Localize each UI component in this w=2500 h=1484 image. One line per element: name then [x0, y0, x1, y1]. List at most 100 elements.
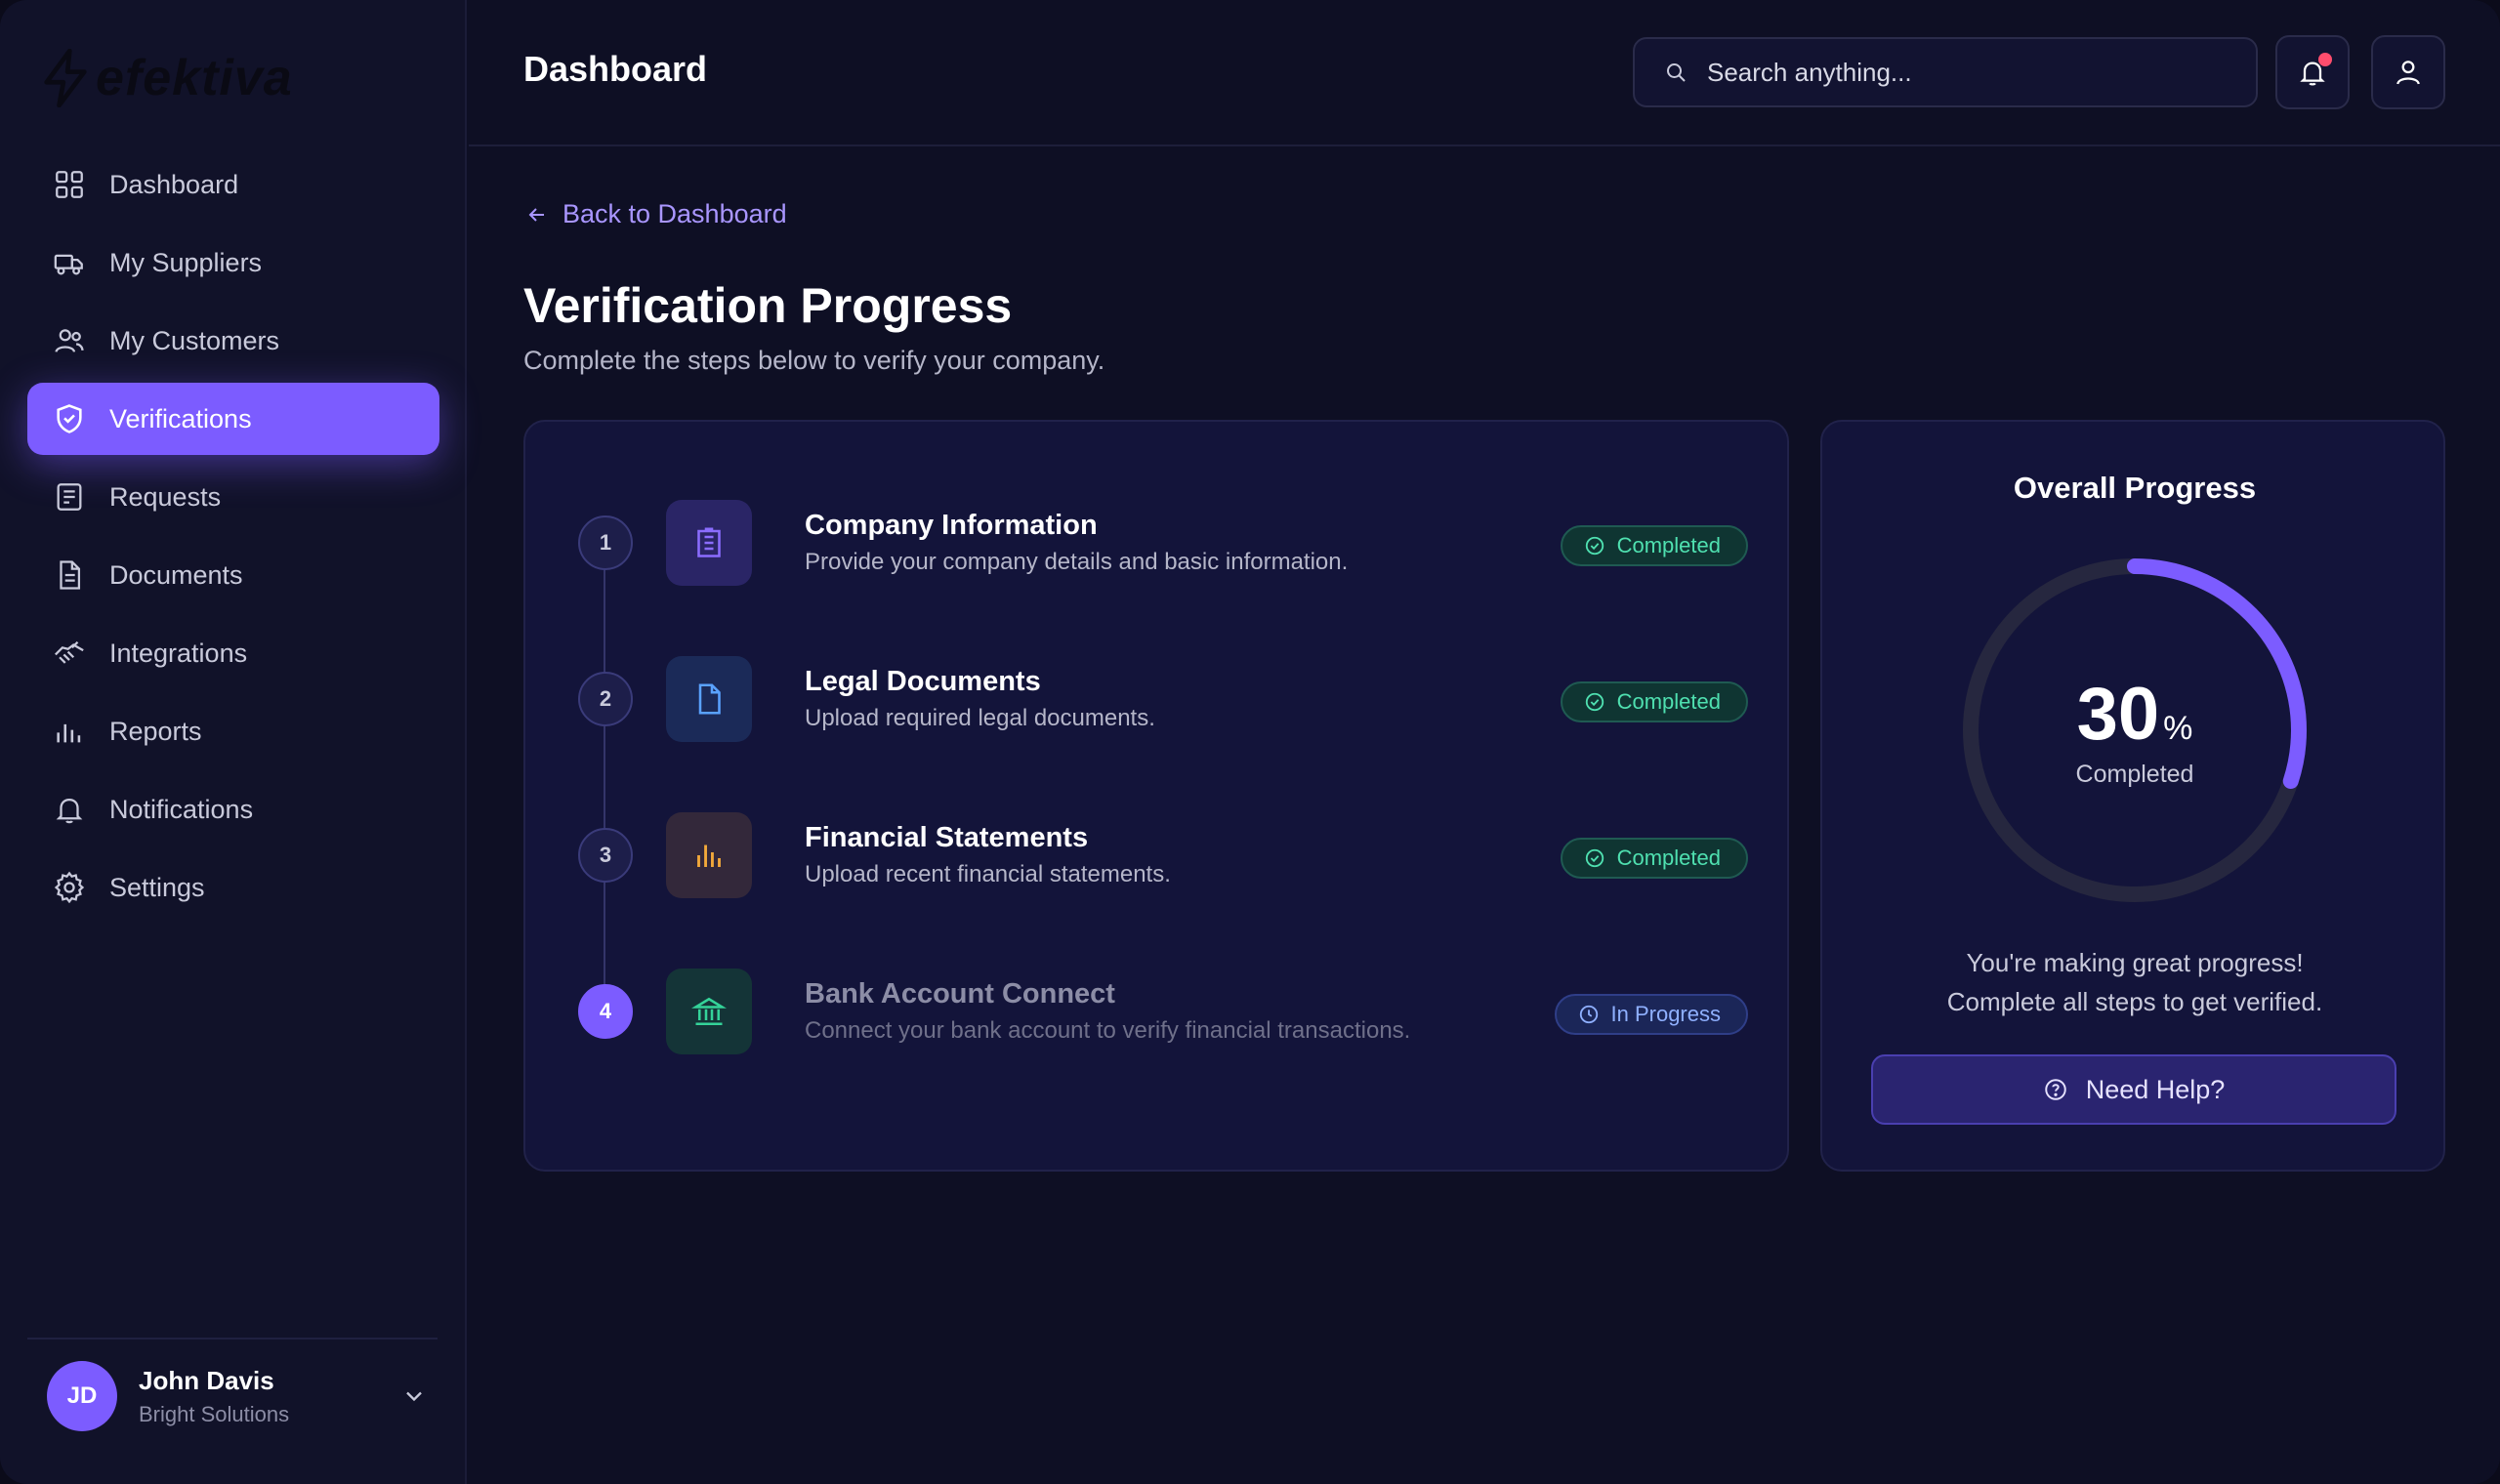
sidebar-item-requests[interactable]: Requests: [27, 461, 439, 533]
step-bank-account-connect[interactable]: 4 Bank Account Connect Connect your bank…: [525, 957, 1791, 1064]
bell-icon: [56, 798, 83, 824]
building-icon: [697, 527, 721, 557]
step-number: 1: [578, 515, 633, 570]
step-title: Legal Documents: [805, 666, 1041, 697]
page-title: Verification Progress: [523, 278, 1013, 333]
check-circle-icon: [1585, 692, 1604, 712]
sidebar-item-label: Verifications: [109, 403, 252, 433]
brand-logo[interactable]: efektiva: [39, 49, 293, 107]
step-company-information[interactable]: 1 Company Information Provide your compa…: [525, 488, 1791, 596]
sidebar-item-settings[interactable]: Settings: [27, 851, 439, 924]
gear-icon: [54, 871, 85, 904]
status-label: Completed: [1616, 845, 1721, 870]
check-circle-icon: [1585, 848, 1604, 868]
progress-message-line2: Complete all steps to get verified.: [1946, 987, 2323, 1016]
shield-check-icon: [57, 404, 82, 433]
header-title: Dashboard: [523, 49, 708, 89]
back-to-dashboard-link[interactable]: Back to Dashboard: [525, 199, 787, 229]
status-badge: In Progress: [1554, 994, 1748, 1035]
handshake-icon: [55, 640, 84, 664]
document-icon: [60, 560, 81, 590]
search-bar[interactable]: [1633, 37, 2258, 107]
sidebar-item-label: Integrations: [109, 638, 248, 668]
step-title: Financial Statements: [805, 822, 1089, 853]
top-header: Dashboard: [469, 0, 2500, 146]
progress-percent-sign: %: [2163, 710, 2193, 747]
step-title: Company Information: [805, 510, 1098, 541]
sidebar-divider: [27, 1338, 438, 1340]
profile-button[interactable]: [2371, 35, 2445, 109]
chevron-down-icon[interactable]: [400, 1382, 428, 1410]
sidebar-item-label: Requests: [109, 481, 222, 512]
users-icon: [55, 329, 84, 352]
sidebar-item-label: Settings: [109, 872, 205, 902]
inbox-icon: [57, 483, 82, 511]
step-number: 3: [578, 828, 633, 883]
sidebar-item-dashboard[interactable]: Dashboard: [27, 148, 439, 221]
sidebar-item-label: Reports: [109, 716, 202, 746]
verification-steps-card: 1 Company Information Provide your compa…: [523, 420, 1789, 1172]
step-number: 2: [578, 672, 633, 726]
status-label: Completed: [1616, 533, 1721, 557]
user-company: Bright Solutions: [139, 1401, 290, 1426]
notifications-button[interactable]: [2275, 35, 2350, 109]
sidebar-item-my-customers[interactable]: My Customers: [27, 305, 439, 377]
sidebar-item-integrations[interactable]: Integrations: [27, 617, 439, 689]
need-help-label: Need Help?: [2085, 1074, 2226, 1104]
user-profile[interactable]: JD John Davis Bright Solutions: [47, 1359, 428, 1433]
status-badge: Completed: [1560, 681, 1748, 722]
avatar: JD: [47, 1361, 117, 1431]
sidebar-item-reports[interactable]: Reports: [27, 695, 439, 767]
sidebar-item-documents[interactable]: Documents: [27, 539, 439, 611]
clock-icon: [1579, 1005, 1598, 1024]
step-title: Bank Account Connect: [805, 978, 1115, 1010]
overall-progress-card: Overall Progress 30 % Completed You're m…: [1820, 420, 2445, 1172]
progress-ring-text: 30 % Completed: [1955, 551, 2314, 910]
sidebar-item-label: Notifications: [109, 794, 254, 824]
page-subtitle: Complete the steps below to verify your …: [523, 346, 1105, 375]
step-icon-box: [666, 812, 752, 898]
check-circle-icon: [1585, 536, 1604, 556]
sidebar-nav: Dashboard My Suppliers My Customers Veri…: [27, 148, 439, 929]
sidebar-item-notifications[interactable]: Notifications: [27, 773, 439, 845]
help-circle-icon: [2044, 1079, 2066, 1100]
status-badge: Completed: [1560, 525, 1748, 566]
app-window: efektiva Dashboard My Suppliers My Custo…: [0, 0, 2500, 1484]
search-input[interactable]: [1707, 57, 2215, 88]
sidebar-item-verifications[interactable]: Verifications: [27, 383, 439, 455]
status-badge: Completed: [1560, 838, 1748, 879]
step-description: Connect your bank account to verify fina…: [805, 1017, 1411, 1044]
truck-icon: [54, 254, 83, 275]
arrow-left-icon: [528, 207, 544, 222]
bolt-icon: [44, 49, 87, 107]
need-help-button[interactable]: Need Help?: [1871, 1054, 2396, 1125]
sidebar-item-label: Dashboard: [109, 169, 239, 199]
bank-icon: [691, 997, 727, 1026]
sidebar: efektiva Dashboard My Suppliers My Custo…: [0, 0, 467, 1484]
status-label: Completed: [1616, 689, 1721, 714]
status-label: In Progress: [1610, 1002, 1722, 1026]
notification-dot: [2318, 53, 2332, 66]
user-info: John Davis Bright Solutions: [139, 1366, 400, 1427]
step-icon-box: [666, 969, 752, 1054]
step-description: Upload required legal documents.: [805, 705, 1155, 731]
bar-chart-icon: [697, 845, 721, 867]
sidebar-item-my-suppliers[interactable]: My Suppliers: [27, 227, 439, 299]
search-icon: [1667, 63, 1686, 82]
step-financial-statements[interactable]: 3 Financial Statements Upload recent fin…: [525, 801, 1791, 908]
step-legal-documents[interactable]: 2 Legal Documents Upload required legal …: [525, 644, 1791, 752]
sidebar-item-label: My Suppliers: [109, 247, 263, 277]
progress-message: You're making great progress! Complete a…: [1822, 943, 2447, 1021]
file-icon: [698, 683, 721, 715]
user-name: John Davis: [139, 1365, 274, 1395]
step-description: Upload recent financial statements.: [805, 861, 1171, 887]
step-description: Provide your company details and basic i…: [805, 549, 1349, 575]
progress-percent-value: 30: [2076, 673, 2160, 756]
timeline-line: [604, 539, 605, 1008]
step-icon-box: [666, 656, 752, 742]
grid-icon: [56, 171, 83, 198]
bar-chart-icon: [57, 723, 81, 743]
step-icon-box: [666, 500, 752, 586]
progress-percent: 30 %: [2077, 672, 2193, 757]
back-label: Back to Dashboard: [562, 199, 787, 228]
